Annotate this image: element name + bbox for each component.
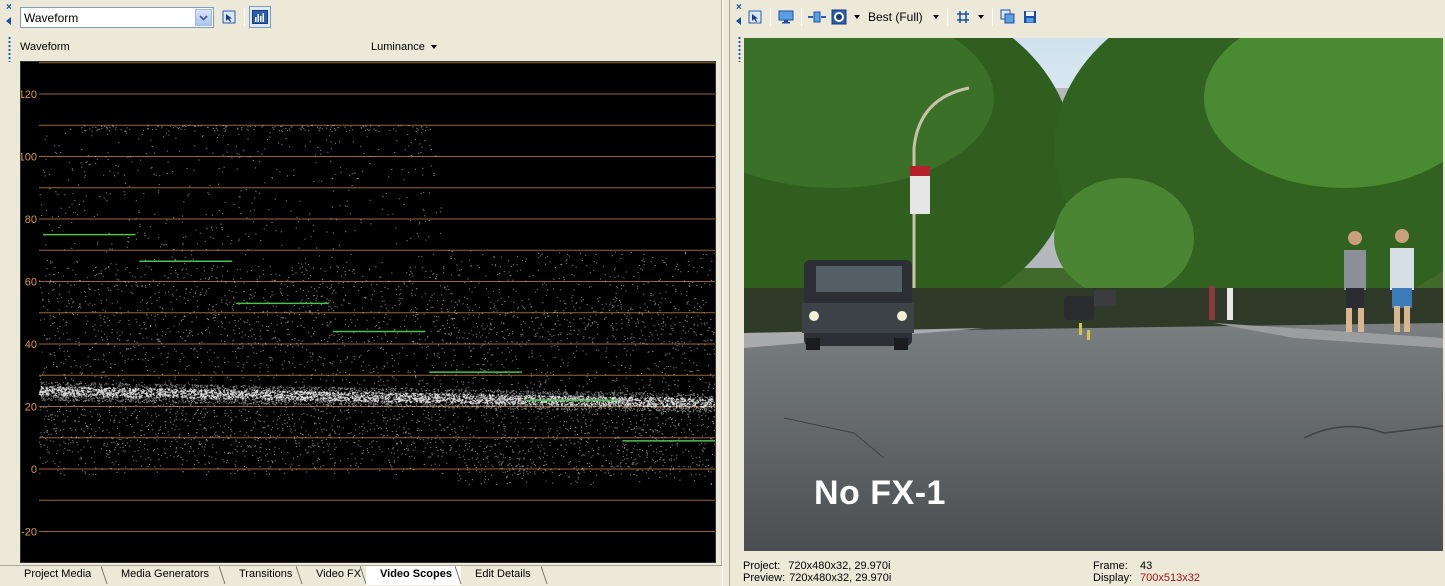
scope-title: Waveform — [20, 41, 70, 53]
tab-transitions[interactable]: Transitions — [225, 566, 303, 585]
waveform-scope: 120 100 80 60 40 20 0 -20 — [20, 61, 716, 563]
caret-down-icon — [430, 45, 437, 50]
split-screen-icon — [808, 11, 826, 23]
video-scopes-panel: × Waveform Waveform Luminance 120 100 80 60… — [0, 0, 722, 586]
preview-toolbar: Best (Full) — [744, 6, 1041, 28]
properties-cursor-icon — [748, 10, 762, 24]
overlay-caption: No FX-1 — [814, 474, 946, 512]
toolbar-divider — [770, 8, 771, 26]
y-tick-label: 120 — [21, 89, 37, 101]
tab-video-fx[interactable]: Video FX — [302, 566, 367, 585]
project-info: Project: 720x480x32, 29.970i — [743, 560, 890, 572]
scope-type-value: Waveform — [24, 10, 79, 25]
tab-video-scopes[interactable]: Video Scopes — [366, 566, 462, 585]
video-preview-panel: × Best (Full) No FX-1 Project: 720x480x3… — [730, 0, 1445, 586]
dock-controls: × — [0, 0, 18, 586]
toolbar-divider — [801, 8, 802, 26]
preview-value: 720x480x32, 29.970i — [789, 572, 892, 584]
scope-view-toggle-button[interactable] — [249, 6, 271, 28]
dock-arrow-icon[interactable] — [6, 17, 11, 25]
tab-media-generators[interactable]: Media Generators — [107, 566, 226, 585]
display-value: 700x513x32 — [1140, 572, 1200, 584]
grip-handle-icon[interactable] — [738, 36, 741, 62]
save-disk-icon — [1023, 11, 1036, 23]
close-icon[interactable]: × — [6, 3, 12, 13]
overlays-button[interactable] — [828, 6, 850, 28]
close-icon[interactable]: × — [736, 3, 742, 13]
y-tick-label: 80 — [25, 214, 37, 226]
update-scopes-button[interactable] — [218, 6, 240, 28]
y-tick-label: -20 — [21, 527, 37, 539]
tab-project-media[interactable]: Project Media — [10, 566, 108, 585]
tab-bar: Project Media Media Generators Transitions… — [0, 565, 722, 586]
chevron-down-icon[interactable] — [195, 9, 212, 26]
scope-toolbar — [218, 6, 271, 28]
pane-splitter[interactable] — [722, 0, 730, 586]
y-tick-label: 20 — [25, 402, 37, 414]
external-monitor-button[interactable] — [775, 6, 797, 28]
scope-type-select[interactable]: Waveform — [20, 7, 214, 28]
grid-button[interactable] — [952, 6, 974, 28]
preview-label: Preview: — [743, 572, 786, 584]
copy-snapshot-button[interactable] — [997, 6, 1019, 28]
preview-status-bar: Project: 720x480x32, 29.970i Preview: 720x… — [730, 556, 1445, 586]
overlay-circle-icon — [831, 9, 847, 25]
mode-label: Luminance — [371, 41, 425, 53]
tab-edit-details[interactable]: Edit Details — [461, 566, 548, 585]
video-preview-frame[interactable]: No FX-1 — [744, 38, 1443, 551]
grid-caret-icon[interactable] — [977, 15, 984, 19]
project-value: 720x480x32, 29.970i — [788, 560, 891, 572]
y-tick-label: 40 — [25, 339, 37, 351]
grip-handle-icon[interactable] — [8, 36, 11, 62]
toolbar-divider — [946, 8, 948, 26]
toolbar-divider — [991, 8, 993, 26]
frame-info: Frame: 43 — [1093, 560, 1152, 572]
waveform-plot: 120 100 80 60 40 20 0 -20 — [21, 62, 715, 539]
scope-header: Waveform Luminance — [20, 38, 718, 56]
display-info: Display: 700x513x32 — [1093, 572, 1200, 584]
quality-caret-icon[interactable] — [932, 15, 939, 19]
save-snapshot-button[interactable] — [1019, 6, 1041, 28]
split-screen-button[interactable] — [806, 6, 828, 28]
preview-quality-dropdown[interactable]: Best (Full) — [868, 10, 923, 24]
luminance-trace — [39, 124, 715, 485]
overlays-caret-icon[interactable] — [854, 15, 860, 19]
dock-arrow-icon[interactable] — [736, 17, 741, 25]
y-tick-label: 0 — [31, 464, 37, 476]
preview-info: Preview: 720x480x32, 29.970i — [743, 572, 891, 584]
tab-edge — [541, 566, 548, 585]
toolbar-divider — [244, 8, 245, 26]
frame-label: Frame: — [1093, 560, 1128, 572]
project-properties-button[interactable] — [744, 6, 766, 28]
copy-snapshot-icon — [1000, 9, 1015, 24]
waveform-bars-icon — [252, 10, 268, 24]
project-label: Project: — [743, 560, 781, 572]
grid-icon — [956, 11, 969, 23]
display-label: Display: — [1093, 572, 1133, 584]
luminance-mode-dropdown[interactable]: Luminance — [371, 41, 437, 53]
refresh-cursor-icon — [222, 10, 236, 24]
y-tick-label: 100 — [21, 152, 37, 164]
monitor-icon — [778, 10, 794, 24]
frame-value: 43 — [1140, 560, 1153, 572]
y-tick-label: 60 — [25, 277, 37, 289]
